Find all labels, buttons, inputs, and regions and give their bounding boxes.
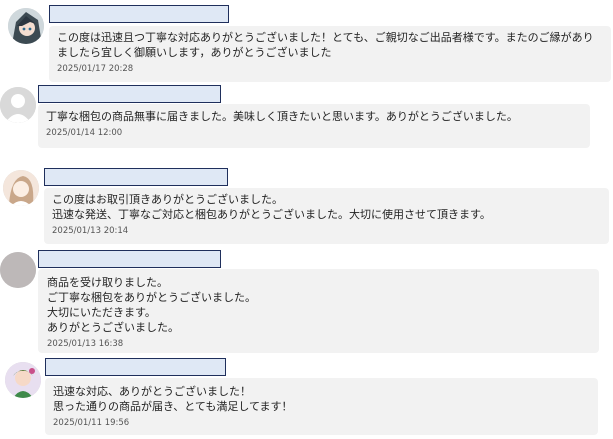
review-bubble: この度はお取引頂きありがとうございました。 迅速な発送、丁寧なご対応と梱包ありが… (44, 188, 609, 244)
review-item: この度は迅速且つ丁寧な対応ありがとうございました！とても、ご親切なご出品者様です… (0, 0, 613, 85)
review-bubble: 商品を受け取りました。 ご丁寧な梱包をありがとうございました。 大切にいただきま… (38, 269, 599, 353)
gray-circle-avatar-icon[interactable] (0, 252, 36, 288)
review-comment: この度は迅速且つ丁寧な対応ありがとうございました！とても、ご親切なご出品者様です… (57, 31, 594, 59)
review-comment: 迅速な対応、ありがとうございました！ 思った通りの商品が届き、とても満足してます… (53, 385, 293, 413)
review-bubble: 丁寧な梱包の商品無事に届きました。美味しく頂きたいと思います。ありがとうございま… (38, 104, 590, 148)
review-item: 丁寧な梱包の商品無事に届きました。美味しく頂きたいと思います。ありがとうございま… (0, 85, 613, 155)
review-comment: 商品を受け取りました。 ご丁寧な梱包をありがとうございました。 大切にいただきま… (47, 276, 256, 334)
review-date: 2025/01/11 19:56 (53, 418, 130, 428)
review-date: 2025/01/13 20:14 (52, 226, 129, 236)
user-name[interactable] (38, 250, 221, 268)
review-date: 2025/01/14 12:00 (46, 128, 123, 138)
user-name[interactable] (44, 168, 228, 186)
review-item: 商品を受け取りました。 ご丁寧な梱包をありがとうございました。 大切にいただきま… (0, 250, 613, 358)
user-name[interactable] (38, 85, 221, 103)
illustration-avatar-icon[interactable] (3, 170, 39, 206)
user-name[interactable] (49, 5, 229, 23)
review-date: 2025/01/17 20:28 (57, 64, 134, 74)
review-date: 2025/01/13 16:38 (47, 339, 124, 349)
default-user-icon[interactable] (0, 87, 36, 123)
review-comment: 丁寧な梱包の商品無事に届きました。美味しく頂きたいと思います。ありがとうございま… (46, 110, 518, 123)
review-item: この度はお取引頂きありがとうございました。 迅速な発送、丁寧なご対応と梱包ありが… (0, 168, 613, 248)
user-name[interactable] (45, 358, 226, 376)
review-bubble: この度は迅速且つ丁寧な対応ありがとうございました！とても、ご親切なご出品者様です… (49, 26, 611, 82)
anime-avatar-icon[interactable] (8, 8, 44, 44)
review-comment: この度はお取引頂きありがとうございました。 迅速な発送、丁寧なご対応と梱包ありが… (52, 193, 491, 221)
review-bubble: 迅速な対応、ありがとうございました！ 思った通りの商品が届き、とても満足してます… (45, 378, 598, 435)
review-item: 迅速な対応、ありがとうございました！ 思った通りの商品が届き、とても満足してます… (0, 358, 613, 439)
character-avatar-icon[interactable] (5, 362, 41, 398)
